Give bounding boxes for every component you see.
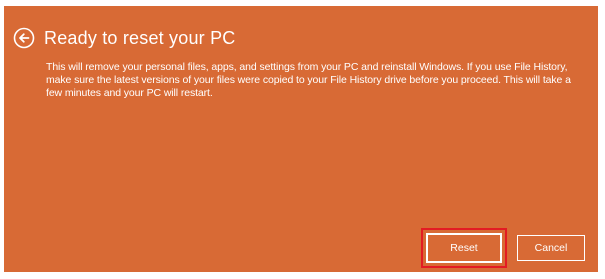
dialog-header: Ready to reset your PC	[13, 27, 235, 49]
page-title: Ready to reset your PC	[44, 28, 236, 48]
back-arrow-icon[interactable]	[13, 27, 35, 49]
dialog-buttons: Reset Cancel	[421, 228, 585, 268]
reset-button[interactable]: Reset	[426, 233, 502, 263]
reset-button-highlight: Reset	[421, 228, 507, 268]
reset-pc-dialog: Ready to reset your PC This will remove …	[4, 6, 598, 272]
cancel-button[interactable]: Cancel	[517, 235, 585, 261]
back-arrow-icon-graphic	[13, 27, 35, 49]
reset-description: This will remove your personal files, ap…	[46, 61, 571, 99]
screenshot-frame: Ready to reset your PC This will remove …	[0, 0, 605, 279]
